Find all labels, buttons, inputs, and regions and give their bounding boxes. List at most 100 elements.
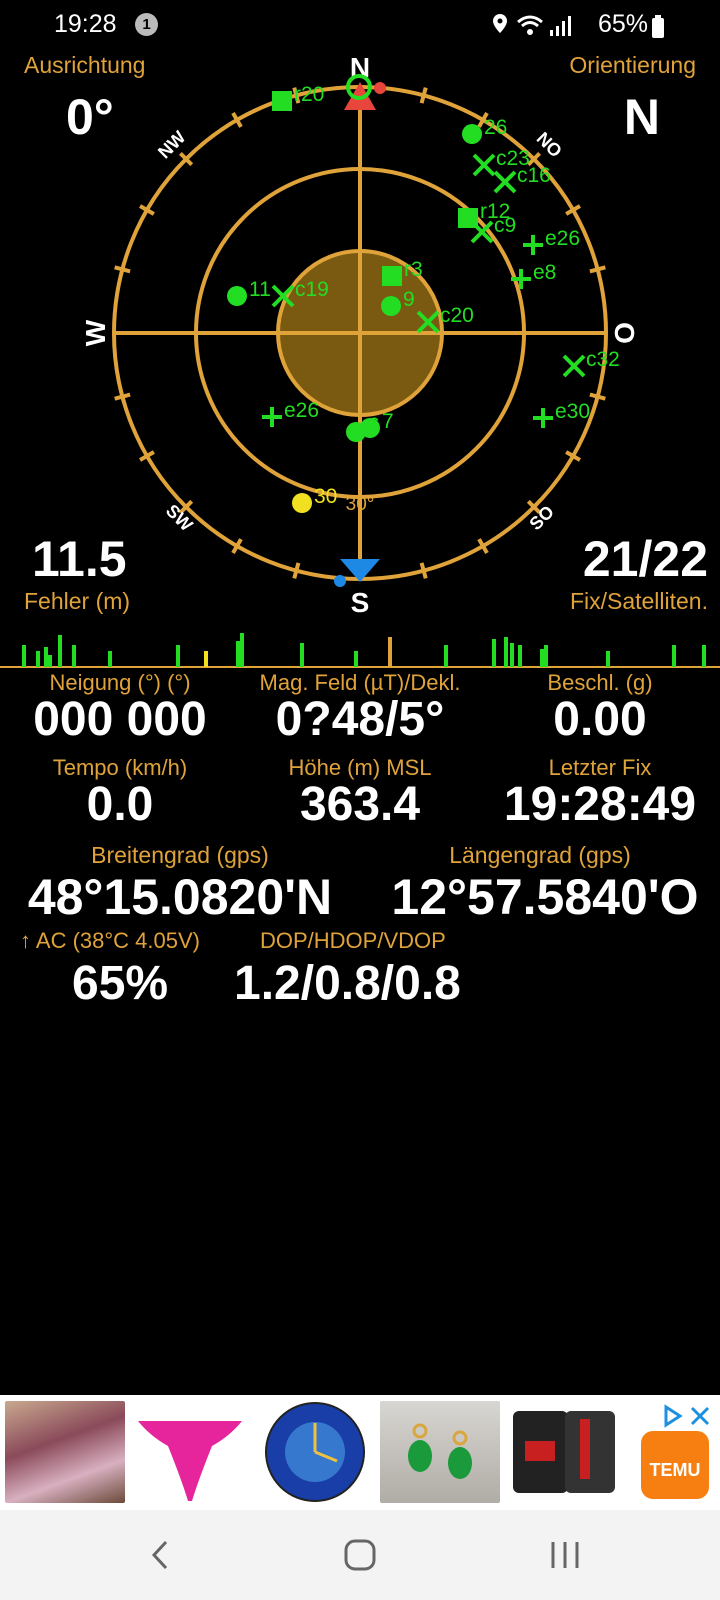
signal-strength-bars <box>0 633 720 668</box>
satellite-label: c19 <box>295 278 329 301</box>
signal-bar <box>58 635 62 667</box>
back-icon[interactable] <box>130 1528 190 1582</box>
satellite-marker <box>533 408 553 428</box>
recents-icon[interactable] <box>535 1528 595 1582</box>
signal-bar <box>492 639 496 667</box>
elevation-30-label: 30° <box>346 494 375 515</box>
latitude-value: 48°15.0820'N <box>27 869 333 925</box>
temu-logo[interactable]: TEMU <box>641 1431 709 1499</box>
signal-bar <box>510 643 514 667</box>
radar-tick <box>419 87 428 104</box>
metric-value: 0.00 <box>553 693 647 746</box>
longitude-label: Längengrad (gps) <box>449 842 631 868</box>
signal-bar <box>388 637 392 667</box>
ad-item-earrings[interactable] <box>380 1401 500 1503</box>
radar-tick <box>114 392 131 401</box>
dop-value: 1.2/0.8/0.8 <box>234 957 461 1010</box>
satellite-marker <box>346 422 366 442</box>
satellite-r20: r20 <box>272 83 324 111</box>
satellite-label: e8 <box>533 261 556 284</box>
fix-satellites-value: 21/22 <box>582 531 708 587</box>
signal-bar <box>36 651 40 667</box>
longitude-value: 12°57.5840'O <box>391 869 699 925</box>
signal-bar <box>518 645 522 667</box>
satellite-label: 9 <box>403 288 415 311</box>
fix-satellites-label: Fix/Satelliten. <box>569 588 708 614</box>
signal-bar <box>300 643 304 667</box>
satellite-marker <box>292 493 312 513</box>
status-time: 19:28 <box>54 10 117 38</box>
signal-bar <box>672 645 676 667</box>
satellite-e30: e30 <box>533 400 590 428</box>
battery-ac-label: ↑ AC (38°C 4.05V) <box>20 928 200 953</box>
satellite-label: c9 <box>494 214 516 237</box>
satellite-label: r20 <box>294 83 324 106</box>
satellite-marker <box>227 286 247 306</box>
satellite-label: e26 <box>284 399 319 422</box>
satellite-label: 30 <box>314 485 337 508</box>
signal-bar <box>544 645 548 667</box>
satellite-marker <box>462 124 482 144</box>
satellite-30: 30 <box>292 485 337 513</box>
radar-tick <box>292 562 301 579</box>
signal-bar <box>72 645 76 667</box>
compass-sw: SW <box>162 500 197 535</box>
ad-choices-icon[interactable] <box>660 1403 716 1429</box>
navigation-bar <box>0 1510 720 1600</box>
notification-badge: 1 <box>135 13 158 36</box>
home-icon[interactable] <box>330 1528 390 1582</box>
status-bar: 19:28 1 65% <box>0 0 720 50</box>
ad-item-swimwear[interactable] <box>130 1401 250 1503</box>
status-icons <box>493 14 571 36</box>
error-value: 11.5 <box>32 531 127 587</box>
metric-value: 0?48/5° <box>275 693 445 746</box>
compass-s: S <box>351 587 370 618</box>
compass-w: W <box>80 319 111 346</box>
dop-label: DOP/HDOP/VDOP <box>260 928 446 953</box>
ad-item-clock[interactable] <box>255 1401 375 1503</box>
signal-bar <box>540 649 544 667</box>
latitude-label: Breitengrad (gps) <box>91 842 269 868</box>
satellite-label: e30 <box>555 400 590 423</box>
signal-bar <box>44 647 48 667</box>
ad-item-shorts[interactable] <box>5 1401 125 1503</box>
metric-value: 000 000 <box>33 693 207 746</box>
satellite-marker <box>381 296 401 316</box>
compass-o: O <box>609 322 640 344</box>
satellite-label: c32 <box>586 348 620 371</box>
ad-banner[interactable]: TEMU <box>0 1395 720 1510</box>
signal-bar <box>606 651 610 667</box>
signal-bar <box>108 651 112 667</box>
satellite-label: 26 <box>484 116 507 139</box>
satellite-label: c16 <box>517 164 551 187</box>
satellite-label: e26 <box>545 227 580 250</box>
signal-bar <box>240 633 244 667</box>
satellite-e26: e26 <box>262 399 319 427</box>
satellite-label: 6 <box>368 414 380 437</box>
location-icon <box>493 14 507 33</box>
satellite-marker <box>262 407 282 427</box>
satellite-marker <box>272 91 292 111</box>
signal-bar <box>176 645 180 667</box>
satellite-label: 7 <box>382 410 394 433</box>
metric-value: 19:28:49 <box>503 778 697 831</box>
satellite-marker <box>472 153 496 177</box>
radar-tick <box>419 562 428 579</box>
satellite-marker <box>523 235 543 255</box>
error-label: Fehler (m) <box>24 588 131 614</box>
satellite-marker <box>562 354 586 378</box>
satellite-label: r3 <box>404 258 423 281</box>
satellite-label: 11 <box>249 278 271 301</box>
satellite-26: 26 <box>462 116 507 144</box>
signal-bar <box>48 655 52 667</box>
satellite-11: 11 <box>227 278 271 306</box>
ad-item-wallet[interactable] <box>505 1401 625 1503</box>
south-marker <box>334 559 380 587</box>
metric-value: 363.4 <box>299 778 421 831</box>
signal-bar <box>204 651 208 667</box>
compass-so: SO <box>525 501 558 534</box>
wifi-icon <box>517 15 543 35</box>
temu-logo-text: TEMU <box>649 1460 701 1480</box>
signal-bar <box>702 645 706 667</box>
satellite-c32: c32 <box>562 348 620 378</box>
